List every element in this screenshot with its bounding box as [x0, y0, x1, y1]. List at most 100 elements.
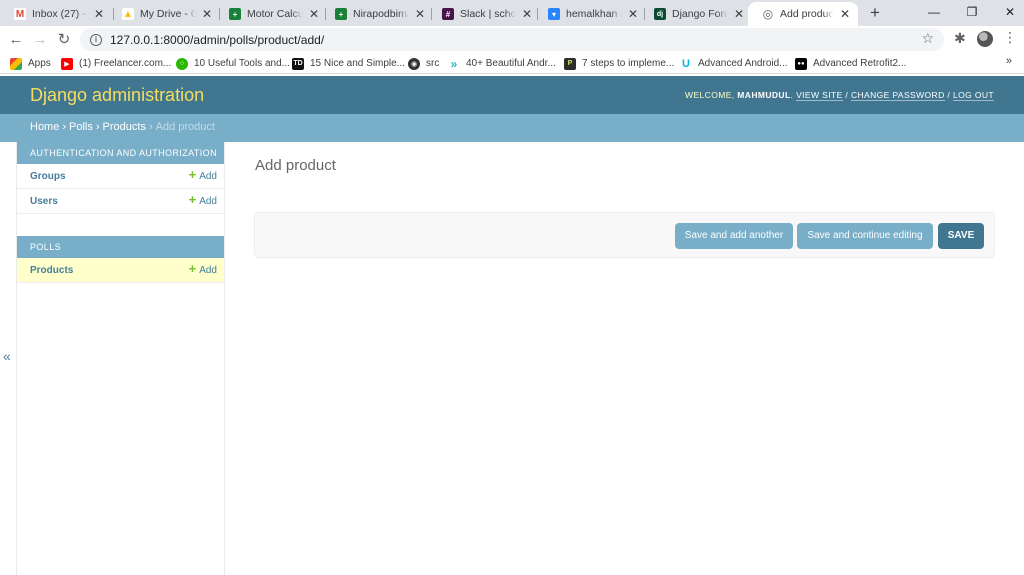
bookmark-7-steps[interactable]: P 7 steps to impleme... [564, 55, 674, 72]
tab-title: Inbox (27) - sw [32, 8, 88, 20]
bookmark-label: 7 steps to impleme... [582, 58, 675, 69]
add-label: Add [199, 171, 217, 182]
admin-header: Django administration WELCOME, MAHMUDUL.… [0, 76, 1024, 114]
github-icon: ◉ [408, 57, 420, 70]
breadcrumb-polls[interactable]: Polls [69, 121, 93, 133]
tab-bitbucket[interactable]: ▾ hemalkhan / in ✕ [534, 3, 646, 25]
tab-django-forum[interactable]: dj Django Forum ✕ [640, 3, 752, 25]
tab-title: Slack | schonel [460, 8, 516, 20]
tab-close-icon[interactable]: ✕ [413, 7, 427, 21]
breadcrumb-separator: › [62, 121, 67, 133]
bookmark-label: 15 Nice and Simple... [310, 58, 406, 69]
site-info-icon[interactable]: i [90, 33, 102, 46]
app-caption-auth[interactable]: AUTHENTICATION AND AUTHORIZATION [17, 142, 224, 164]
save-and-continue-button[interactable]: Save and continue editing [797, 223, 933, 249]
td-icon: TD [292, 57, 304, 70]
log-out-link[interactable]: LOG OUT [952, 90, 994, 101]
save-button[interactable]: SAVE [938, 223, 984, 249]
bookmark-advanced-retrofit[interactable]: ●● Advanced Retrofit2... [795, 55, 906, 72]
udacity-icon: U [680, 57, 692, 70]
bookmark-nice-simple[interactable]: TD 15 Nice and Simple... [292, 55, 405, 72]
tab-close-icon[interactable]: ✕ [200, 7, 214, 21]
bookmark-label: 40+ Beautiful Andr... [466, 58, 556, 69]
reload-icon[interactable]: ↻ [54, 30, 74, 50]
model-link-groups[interactable]: Groups [30, 171, 66, 182]
browser-tab-strip: M Inbox (27) - sw ✕ ▲ My Drive - Goo ✕ +… [0, 0, 1024, 26]
bookmark-beautiful-android[interactable]: » 40+ Beautiful Andr... [448, 55, 556, 72]
view-site-link[interactable]: VIEW SITE [796, 90, 843, 101]
google-sheets-icon: + [335, 8, 347, 20]
bookmark-apps[interactable]: Apps [10, 55, 51, 72]
add-label: Add [199, 196, 217, 207]
bookmark-useful-tools[interactable]: ○ 10 Useful Tools and... [176, 55, 290, 72]
tab-add-product[interactable]: ◎ Add product | ✕ [748, 2, 858, 26]
model-link-users[interactable]: Users [30, 196, 58, 207]
new-tab-button[interactable]: + [866, 4, 884, 22]
slack-icon: # [442, 8, 454, 20]
tab-close-icon[interactable]: ✕ [838, 7, 852, 21]
breadcrumb: Home › Polls › Products › Add product [0, 114, 1024, 142]
save-and-add-another-button[interactable]: Save and add another [675, 223, 793, 249]
breadcrumb-products[interactable]: Products [103, 121, 146, 133]
green-circle-icon: ○ [176, 57, 188, 70]
tab-title: Motor Calculat [247, 8, 303, 20]
bookmark-label: src [426, 58, 440, 69]
tab-motor-calculator[interactable]: + Motor Calculat ✕ [215, 3, 327, 25]
add-label: Add [199, 265, 217, 276]
breadcrumb-home[interactable]: Home [30, 121, 59, 133]
bookmarks-bar: Apps ▶ (1) Freelancer.com... ○ 10 Useful… [0, 53, 1024, 74]
nav-sidebar-toggle-strip: « [0, 142, 17, 575]
change-password-link[interactable]: CHANGE PASSWORD [850, 90, 945, 101]
tab-title: Django Forum [672, 8, 728, 20]
app-caption-polls[interactable]: POLLS [17, 236, 224, 258]
bookmark-advanced-android[interactable]: U Advanced Android... [680, 55, 788, 72]
forward-arrow-icon[interactable]: → [30, 30, 50, 50]
tab-title: hemalkhan / in [566, 8, 622, 20]
collapse-sidebar-icon[interactable]: « [3, 348, 11, 364]
profile-avatar[interactable] [977, 31, 993, 47]
separator: / [845, 90, 849, 100]
model-row-groups: Groups + Add [17, 164, 224, 189]
bookmark-label: Apps [28, 58, 51, 69]
add-products-link[interactable]: + Add [188, 261, 217, 276]
tab-title: Nirapodbima ( [353, 8, 409, 20]
tab-close-icon[interactable]: ✕ [307, 7, 321, 21]
url-text[interactable]: 127.0.0.1:8000/admin/polls/product/add/ [110, 33, 324, 47]
gmail-icon: M [14, 8, 26, 20]
tab-gmail[interactable]: M Inbox (27) - sw ✕ [0, 3, 112, 25]
extensions-puzzle-icon[interactable]: ✱ [954, 30, 966, 47]
bookmark-star-icon[interactable]: ☆ [921, 30, 934, 47]
address-bar[interactable]: i 127.0.0.1:8000/admin/polls/product/add… [80, 28, 944, 51]
bookmark-label: Advanced Android... [698, 58, 788, 69]
close-window-button[interactable]: ✕ [988, 0, 1024, 26]
page-title: Add product [255, 157, 336, 174]
browser-menu-icon[interactable]: ⋮ [1003, 29, 1017, 46]
back-arrow-icon[interactable]: ← [6, 30, 26, 50]
app-module-auth: AUTHENTICATION AND AUTHORIZATION Groups … [17, 142, 224, 214]
add-groups-link[interactable]: + Add [189, 168, 217, 182]
tab-nirapodbima[interactable]: + Nirapodbima ( ✕ [321, 3, 433, 25]
bookmarks-overflow-icon[interactable]: » [1006, 55, 1012, 67]
bookmark-label: (1) Freelancer.com... [79, 58, 172, 69]
medium-icon: ●● [795, 57, 807, 70]
bookmark-src[interactable]: ◉ src [408, 55, 439, 72]
apps-grid-icon [10, 57, 22, 70]
breadcrumb-separator: › [95, 121, 100, 133]
tab-close-icon[interactable]: ✕ [92, 7, 106, 21]
model-link-products[interactable]: Products [30, 265, 73, 276]
add-users-link[interactable]: + Add [189, 193, 217, 207]
google-drive-icon: ▲ [122, 8, 134, 20]
tab-slack[interactable]: # Slack | schonel ✕ [428, 3, 540, 25]
browser-toolbar: ← → ↻ i 127.0.0.1:8000/admin/polls/produ… [0, 26, 1024, 53]
tab-google-drive[interactable]: ▲ My Drive - Goo ✕ [108, 3, 220, 25]
tab-close-icon[interactable]: ✕ [732, 7, 746, 21]
site-branding[interactable]: Django administration [30, 85, 204, 106]
tab-close-icon[interactable]: ✕ [520, 7, 534, 21]
tab-close-icon[interactable]: ✕ [626, 7, 640, 21]
plus-icon: + [188, 261, 197, 276]
welcome-text: WELCOME, [685, 90, 735, 100]
bookmark-freelancer[interactable]: ▶ (1) Freelancer.com... [61, 55, 171, 72]
pro-icon: P [564, 57, 576, 70]
tab-title: Add product | [780, 8, 834, 20]
model-row-users: Users + Add [17, 189, 224, 214]
